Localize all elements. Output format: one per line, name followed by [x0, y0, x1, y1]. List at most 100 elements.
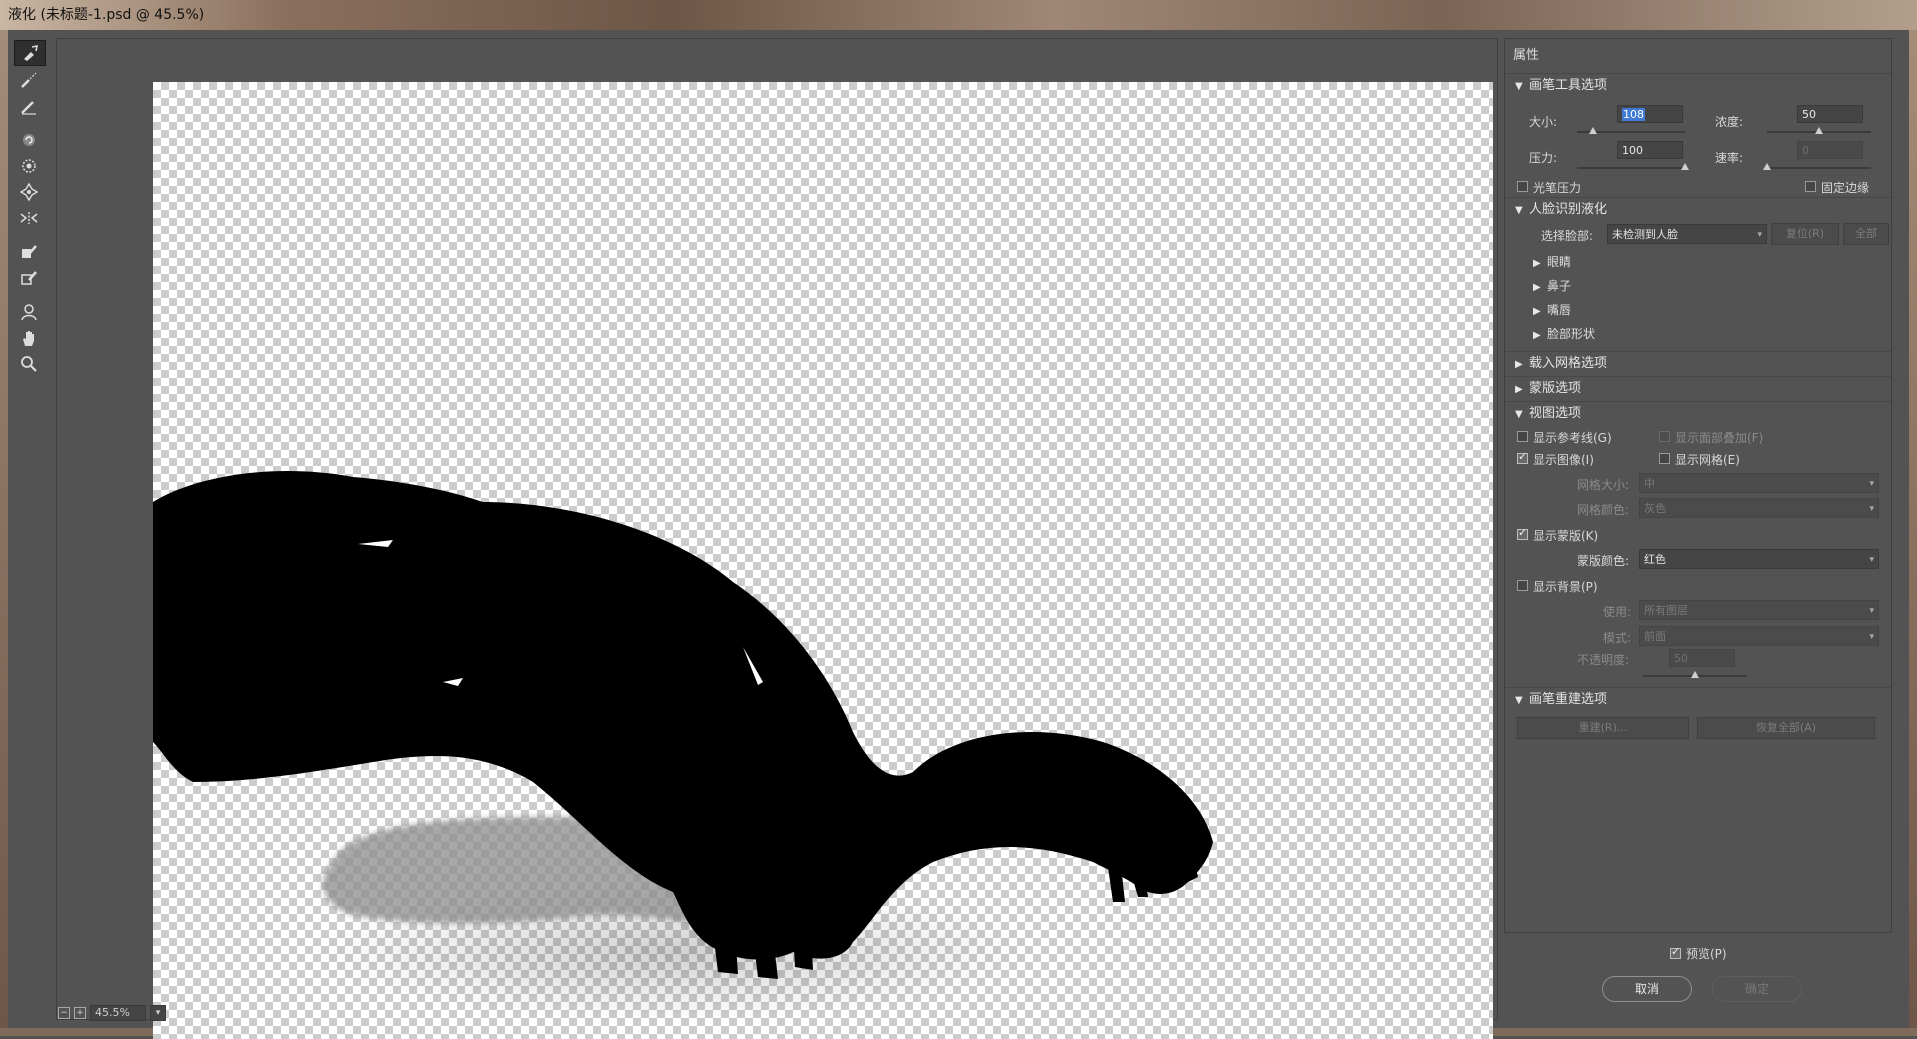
forward-warp-tool[interactable]: [14, 40, 46, 66]
size-slider-thumb[interactable]: [1589, 127, 1597, 134]
density-field[interactable]: 50: [1797, 105, 1863, 123]
mode-label: 模式:: [1603, 631, 1632, 645]
push-left-tool[interactable]: [14, 206, 44, 230]
select-face-label: 选择脸部:: [1541, 229, 1594, 243]
freeze-mask-tool-icon: [22, 245, 37, 258]
reconstruct-tool[interactable]: [14, 68, 44, 92]
pucker-tool[interactable]: [14, 154, 44, 178]
mesh-size-dropdown[interactable]: 中 ▾: [1639, 473, 1879, 493]
size-label: 大小:: [1529, 115, 1558, 129]
mask-color-dropdown[interactable]: 红色 ▾: [1639, 549, 1879, 569]
collapse-triangle-icon: ▼: [1515, 409, 1523, 420]
expand-triangle-icon: ▶: [1533, 306, 1541, 317]
rate-label: 速率:: [1715, 151, 1744, 165]
pressure-field[interactable]: 100: [1617, 141, 1683, 159]
show-face-overlay-checkbox[interactable]: [1659, 431, 1670, 442]
mask-color-label: 蒙版颜色:: [1577, 554, 1630, 568]
pressure-slider-track[interactable]: [1577, 167, 1685, 169]
nose-subsection[interactable]: ▶ 鼻子: [1533, 277, 1571, 294]
load-mesh-header[interactable]: ▶ 载入网格选项: [1505, 351, 1891, 376]
show-mesh-label: 显示网格(E): [1675, 453, 1740, 467]
brush-tool-options-header[interactable]: ▼ 画笔工具选项: [1505, 73, 1891, 98]
rate-slider-thumb[interactable]: [1763, 163, 1771, 170]
density-slider-thumb[interactable]: [1815, 127, 1823, 134]
pucker-tool-icon: [22, 159, 36, 173]
face-tool[interactable]: [14, 300, 44, 324]
smooth-tool[interactable]: [14, 94, 44, 118]
preview-checkbox[interactable]: [1670, 945, 1681, 959]
show-mask-checkbox[interactable]: [1517, 526, 1528, 540]
expand-triangle-icon: ▶: [1515, 359, 1523, 370]
collapse-triangle-icon: ▼: [1515, 205, 1523, 216]
opacity-slider-thumb[interactable]: [1691, 671, 1699, 678]
show-guides-checkbox[interactable]: [1517, 431, 1528, 442]
window-title: 液化 (未标题-1.psd @ 45.5%): [8, 7, 205, 23]
face-tool-icon: [21, 304, 37, 321]
mesh-size-label: 网格大小:: [1577, 478, 1630, 492]
use-label: 使用:: [1603, 605, 1632, 619]
cancel-button[interactable]: 取消: [1602, 976, 1692, 1002]
brush-reconstruct-header[interactable]: ▼ 画笔重建选项: [1505, 687, 1891, 712]
thaw-mask-tool-icon: [21, 271, 37, 285]
face-all-button[interactable]: 全部: [1843, 223, 1889, 245]
properties-panel: 属性 ▼ 画笔工具选项 大小: 108 浓度: 50 压力: 100 速率: 0 …: [1504, 38, 1892, 933]
mode-dropdown[interactable]: 前面 ▾: [1639, 626, 1879, 646]
mask-options-header[interactable]: ▶ 蒙版选项: [1505, 376, 1891, 401]
panel-title: 属性: [1505, 39, 1891, 74]
zoom-out-button[interactable]: −: [58, 1007, 70, 1019]
use-dropdown[interactable]: 所有图层 ▾: [1639, 600, 1879, 620]
pin-edges-label: 固定边缘: [1821, 181, 1870, 195]
pressure-label: 压力:: [1529, 151, 1558, 165]
expand-triangle-icon: ▶: [1533, 282, 1541, 293]
rate-field[interactable]: 0: [1797, 141, 1863, 159]
ok-button[interactable]: 确定: [1712, 976, 1802, 1002]
select-face-dropdown[interactable]: 未检测到人脸 ▾: [1607, 224, 1767, 244]
show-face-overlay-label: 显示面部叠加(F): [1675, 431, 1764, 445]
pressure-slider-thumb[interactable]: [1681, 163, 1689, 170]
zoom-dropdown[interactable]: ▾: [150, 1005, 166, 1021]
size-field[interactable]: 108: [1617, 105, 1683, 123]
zoom-level-field[interactable]: 45.5%: [90, 1005, 146, 1021]
twirl-clockwise-tool-icon: [23, 134, 35, 146]
show-mesh-checkbox[interactable]: [1659, 453, 1670, 464]
lips-subsection[interactable]: ▶ 嘴唇: [1533, 301, 1571, 318]
face-shape-subsection[interactable]: ▶ 脸部形状: [1533, 325, 1595, 342]
opacity-field[interactable]: 50: [1669, 649, 1735, 667]
eyes-subsection[interactable]: ▶ 眼睛: [1533, 253, 1571, 270]
collapse-triangle-icon: ▼: [1515, 81, 1523, 92]
canvas-area: [56, 38, 1498, 1039]
brush-reconstruct-section: ▼ 画笔重建选项 重建(R)... 恢复全部(A): [1505, 687, 1891, 739]
hand-tool[interactable]: [14, 326, 44, 350]
show-guides-label: 显示参考线(G): [1533, 431, 1612, 445]
freeze-mask-tool[interactable]: [14, 240, 44, 264]
opacity-label: 不透明度:: [1577, 653, 1630, 667]
push-left-tool-icon: [20, 212, 38, 224]
zoom-tool[interactable]: [14, 352, 44, 376]
reconstruct-button[interactable]: 重建(R)...: [1517, 717, 1689, 739]
show-mask-label: 显示蒙版(K): [1533, 529, 1599, 543]
mesh-color-dropdown[interactable]: 灰色 ▾: [1639, 498, 1879, 518]
zoom-in-button[interactable]: +: [74, 1007, 86, 1019]
smooth-tool-icon: [21, 101, 36, 115]
image-canvas[interactable]: [153, 82, 1493, 1039]
twirl-clockwise-tool[interactable]: [14, 128, 44, 152]
view-options-header[interactable]: ▼ 视图选项: [1505, 401, 1891, 426]
bloat-tool[interactable]: [14, 180, 44, 204]
thaw-mask-tool[interactable]: [14, 266, 44, 290]
restore-all-button[interactable]: 恢复全部(A): [1697, 717, 1875, 739]
zoom-bar: − + 45.5% ▾: [58, 1004, 166, 1022]
face-reset-button[interactable]: 复位(R): [1771, 223, 1839, 245]
mesh-color-label: 网格颜色:: [1577, 503, 1630, 517]
pin-edges-checkbox[interactable]: [1805, 181, 1816, 192]
mask-options-section: ▶ 蒙版选项: [1505, 376, 1891, 401]
liquify-toolbar: [14, 38, 48, 378]
face-aware-section: ▼ 人脸识别液化 选择脸部: 未检测到人脸 ▾ 复位(R) 全部 ▶ 眼睛 ▶ 鼻子 ▶…: [1505, 197, 1891, 341]
show-backdrop-checkbox[interactable]: [1517, 580, 1528, 591]
show-image-checkbox[interactable]: [1517, 450, 1528, 464]
window-frame-left: [0, 30, 8, 1036]
density-label: 浓度:: [1715, 115, 1744, 129]
rate-slider-track[interactable]: [1767, 167, 1871, 169]
liquified-silhouette: [153, 471, 1213, 1022]
face-aware-header[interactable]: ▼ 人脸识别液化: [1505, 197, 1891, 222]
stylus-pressure-checkbox[interactable]: [1517, 181, 1528, 192]
